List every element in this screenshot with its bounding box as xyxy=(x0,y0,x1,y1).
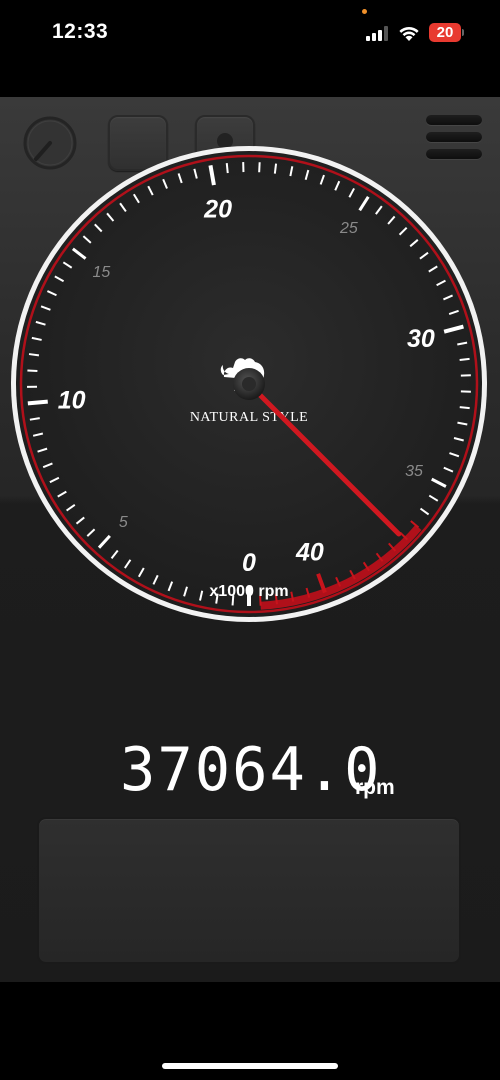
minor-tick-label: 35 xyxy=(405,463,423,480)
major-tick-label: 20 xyxy=(203,196,232,224)
needle-hub-center xyxy=(242,377,256,391)
minor-tick xyxy=(225,163,229,174)
minor-tick xyxy=(273,163,278,174)
major-tick-label: 0 xyxy=(242,549,256,577)
wifi-icon xyxy=(399,26,419,41)
menu-bar xyxy=(426,132,482,142)
major-tick-label: 40 xyxy=(295,538,324,566)
cellular-signal-icon xyxy=(366,26,388,41)
home-indicator[interactable] xyxy=(162,1063,338,1069)
rpm-unit-label: rpm xyxy=(355,776,395,799)
status-time: 12:33 xyxy=(52,20,109,43)
minor-tick-label: 5 xyxy=(119,514,128,531)
tachometer-gauge: 0102030405152535 NATURAL STYLE x1000 rpm xyxy=(11,146,487,622)
privacy-indicator-dot xyxy=(362,9,367,14)
major-tick-label: 10 xyxy=(58,387,86,415)
minor-tick xyxy=(459,406,470,410)
info-panel xyxy=(37,817,461,964)
battery-icon: 20 xyxy=(429,23,461,42)
status-bar: 12:33 20 xyxy=(0,0,500,70)
minor-tick xyxy=(27,369,38,373)
minor-tick xyxy=(28,353,40,357)
menu-bar xyxy=(426,115,482,125)
minor-tick-label: 25 xyxy=(339,220,358,237)
major-tick-label: 30 xyxy=(407,325,435,353)
rpm-digital-readout: 37064.0 xyxy=(120,735,382,805)
minor-tick xyxy=(459,357,470,361)
gauge-unit-label: x1000 rpm xyxy=(209,583,288,600)
major-tick xyxy=(27,399,48,406)
minor-tick-label: 15 xyxy=(93,264,111,281)
battery-nub xyxy=(462,29,464,36)
